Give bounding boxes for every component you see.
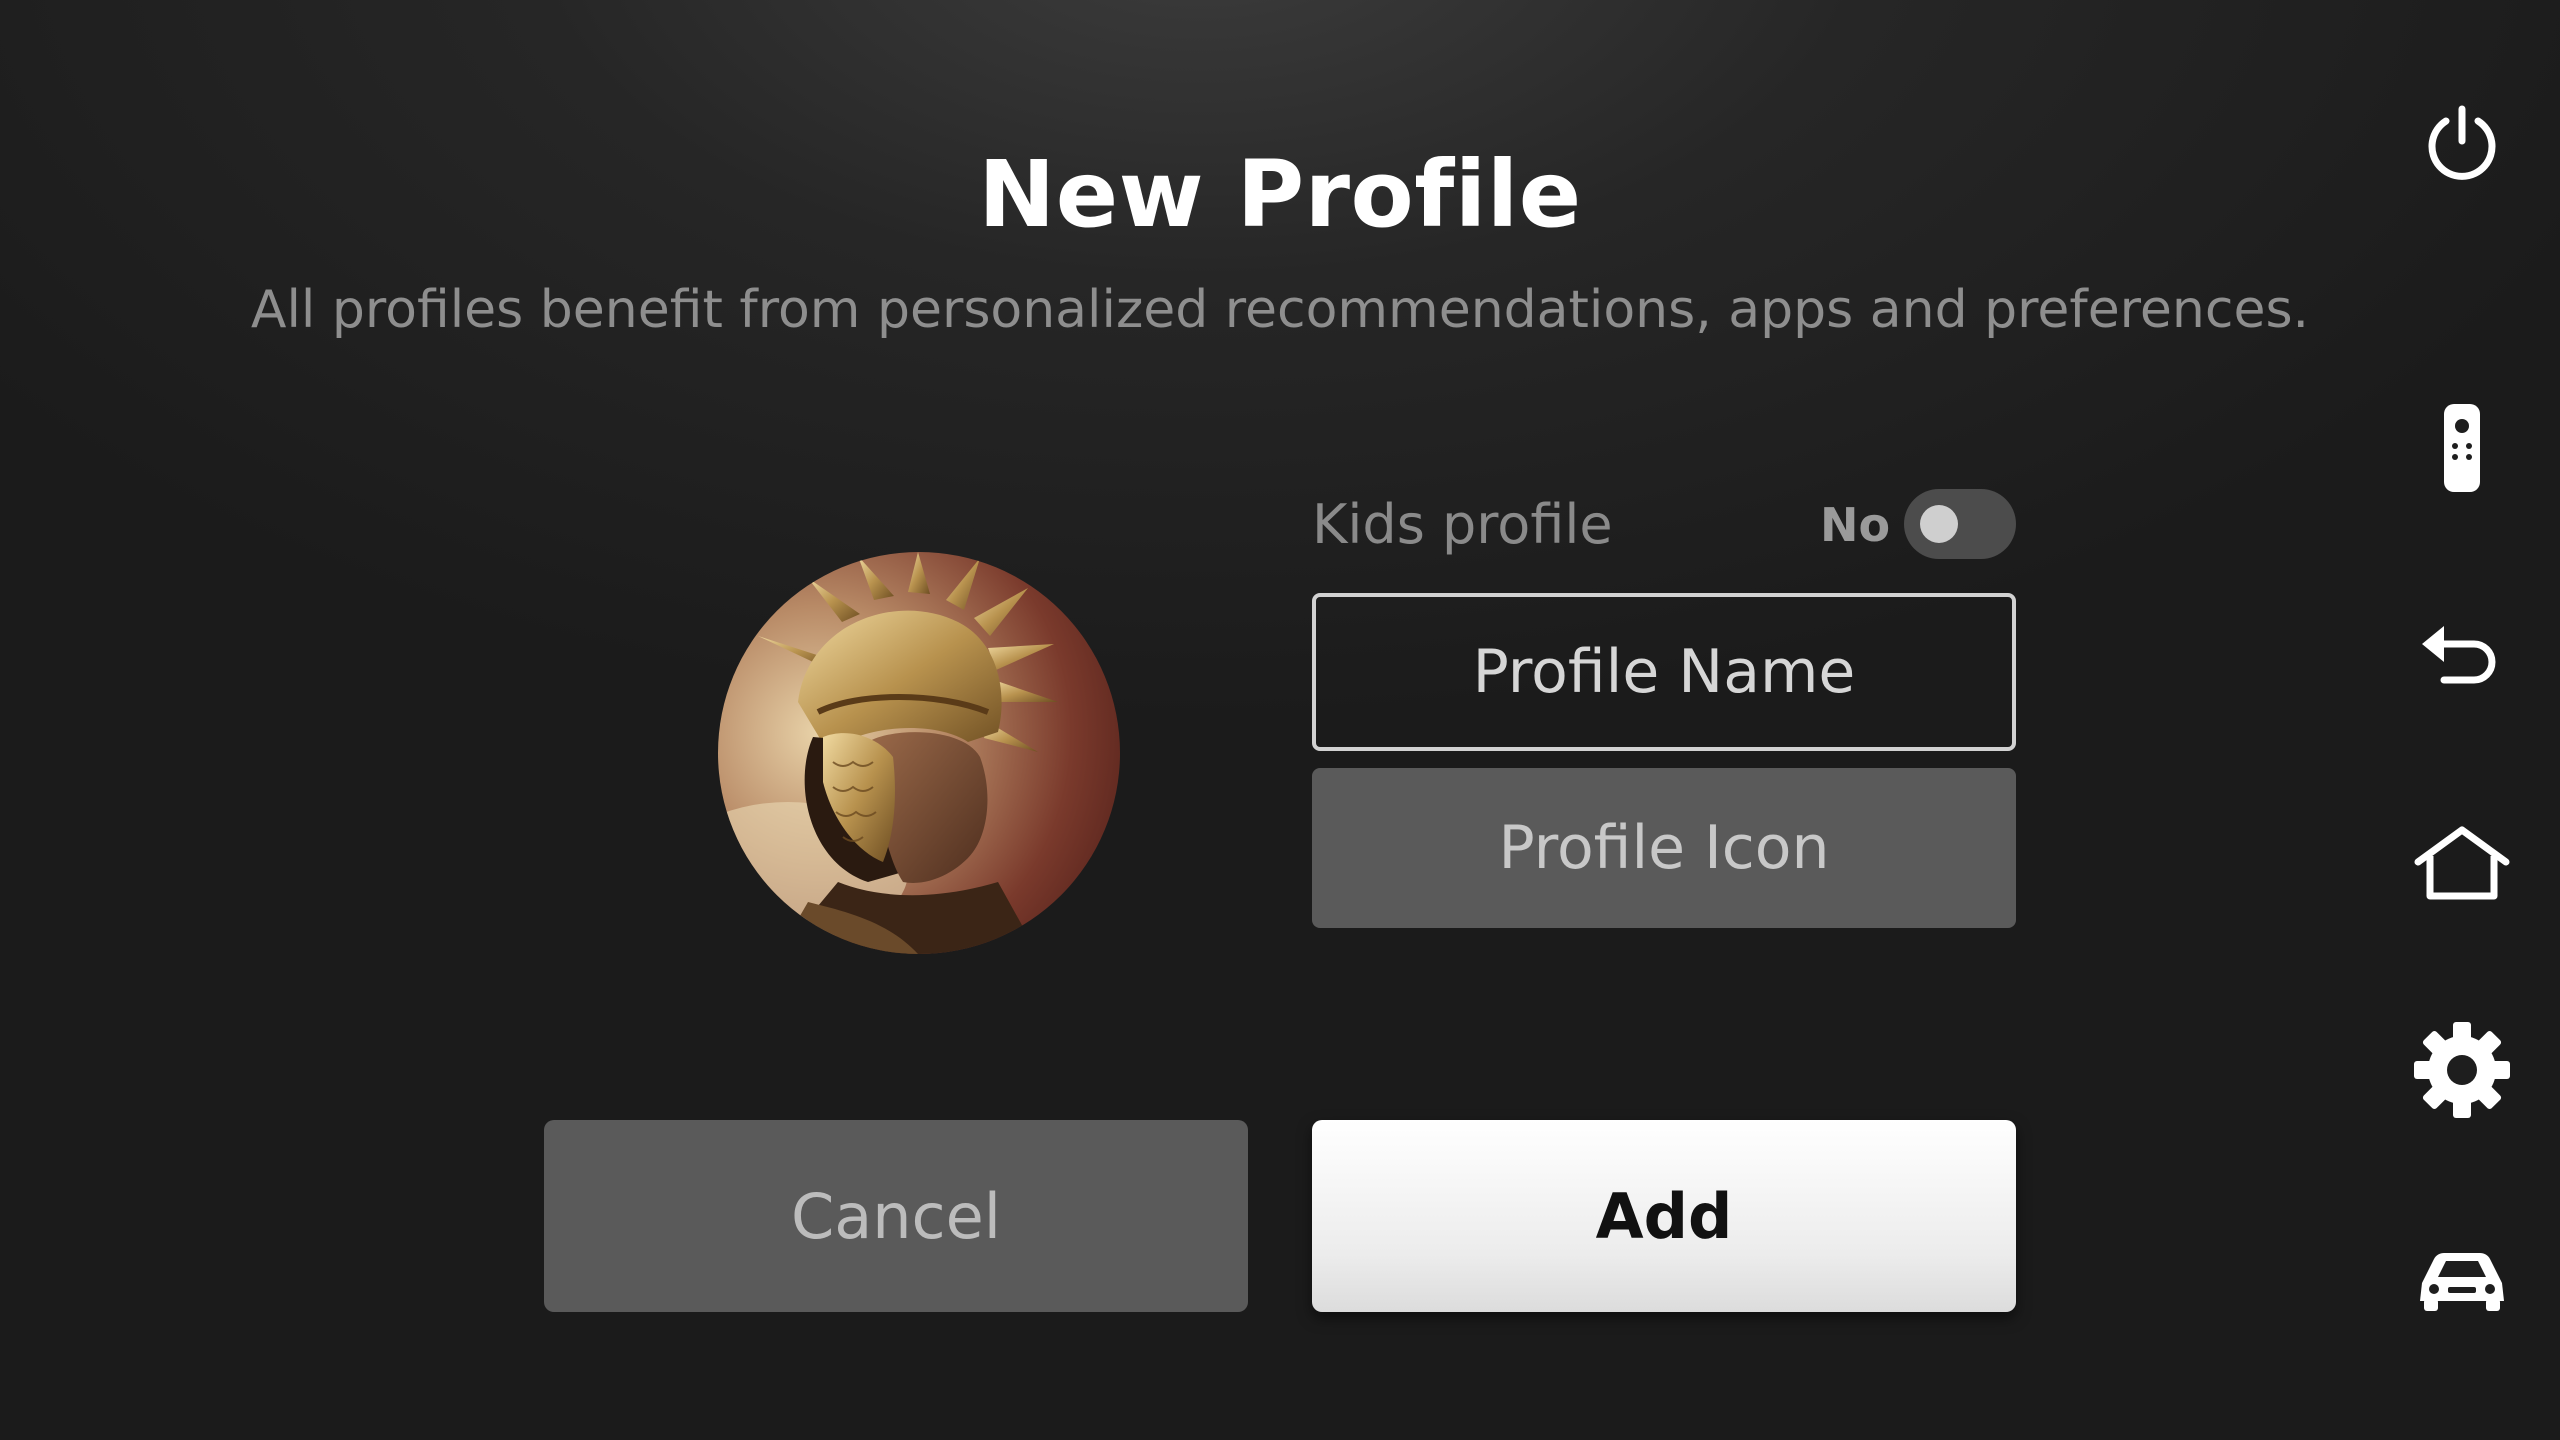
home-icon[interactable]: [2412, 812, 2512, 912]
add-button[interactable]: Add: [1312, 1120, 2016, 1312]
warrior-helmet-avatar-icon: [718, 552, 1120, 954]
kids-profile-toggle[interactable]: [1904, 489, 2016, 559]
profile-icon-button[interactable]: Profile Icon: [1312, 768, 2016, 928]
remote-icon[interactable]: [2412, 398, 2512, 498]
kids-profile-value: No: [1820, 498, 1891, 552]
cancel-button[interactable]: Cancel: [544, 1120, 1248, 1312]
car-icon[interactable]: [2412, 1230, 2512, 1330]
settings-icon[interactable]: [2412, 1020, 2512, 1120]
kids-profile-label: Kids profile: [1312, 493, 1613, 556]
page-subtitle: All profiles benefit from personalized r…: [250, 280, 2310, 340]
power-icon[interactable]: [2412, 93, 2512, 193]
back-icon[interactable]: [2412, 602, 2512, 702]
profile-name-field[interactable]: Profile Name: [1312, 593, 2016, 751]
profile-avatar[interactable]: [718, 552, 1120, 954]
toggle-knob: [1920, 505, 1958, 543]
page-title: New Profile: [978, 141, 1582, 248]
